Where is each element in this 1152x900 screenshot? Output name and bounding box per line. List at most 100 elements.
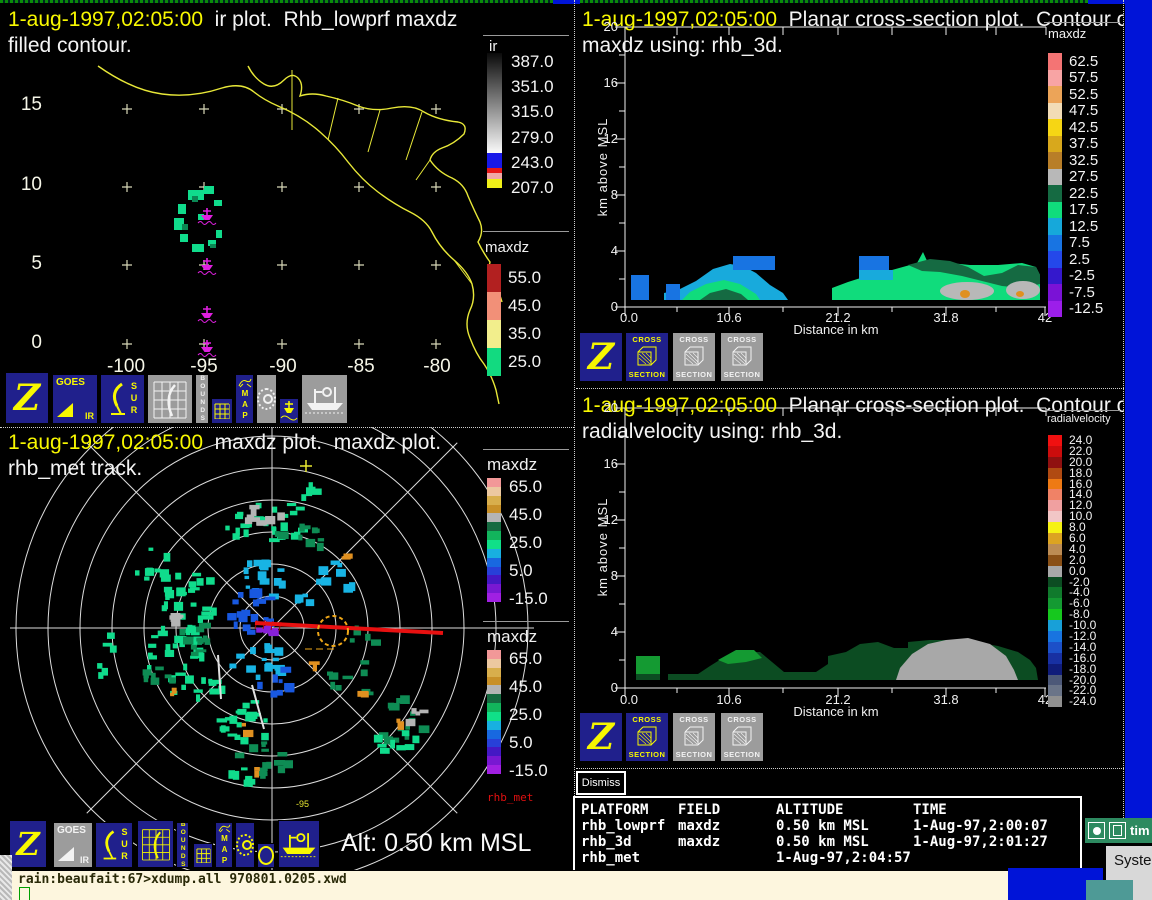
zebra-logo-button[interactable]: Z	[9, 820, 47, 868]
colorbar-segment	[487, 558, 501, 567]
grid-radar-icon	[140, 825, 172, 863]
cross-section-button[interactable]: CROSS SECTION	[672, 332, 716, 382]
colorbar-segment	[487, 549, 501, 558]
gear-icon	[257, 388, 276, 410]
colorbar-segment	[487, 721, 501, 730]
ship-icon	[303, 383, 347, 415]
panel-title: 1-aug-1997,02:05:00 ir plot. Rhb_lowprf …	[8, 8, 457, 32]
table-header-cell: PLATFORM	[581, 802, 678, 818]
colorbar-segment: 42.5	[1048, 119, 1103, 136]
azimuth-wheel-button[interactable]	[235, 822, 255, 868]
colorbar-segment: 37.5	[1048, 136, 1103, 153]
system-menu-label[interactable]: System	[1106, 846, 1152, 869]
colorbar-segment: 22.5	[1048, 185, 1103, 202]
widget-iconify-button[interactable]	[1109, 822, 1126, 839]
colorbar-segment	[487, 756, 501, 765]
radialvelocity-contours	[636, 638, 1038, 680]
timestamp: 1-aug-1997,02:05:00	[8, 431, 203, 454]
y-axis-label: km above MSL	[595, 467, 609, 627]
table-row: rhb_3dmaxdz0.50 km MSL1-Aug-97,2:01:27	[575, 834, 1080, 850]
colorbar-segment: 7.5	[1048, 235, 1103, 252]
terminal-window[interactable]: rain:beaufait:67>xdump.all 970801.0205.x…	[12, 870, 1008, 900]
x-axis-label: Distance in km	[736, 704, 936, 719]
widget-menu-button[interactable]	[1088, 822, 1105, 839]
platform-status-window: PLATFORMFIELDALTITUDETIME rhb_lowprfmaxd…	[573, 796, 1082, 875]
colorbar-segment: 32.5	[1048, 152, 1103, 169]
colorbar-segment	[487, 739, 501, 748]
grid-radar-button[interactable]	[147, 374, 193, 424]
small-grid-button[interactable]	[211, 398, 233, 424]
colorbar-segment	[487, 765, 501, 774]
colorbar-segment	[487, 659, 501, 668]
maxdz-colorbar: maxdz 55.0 45.0 35.0 25.0	[483, 231, 573, 391]
cube-icon	[634, 725, 660, 749]
panel-title-line2: radialvelocity using: rhb_3d.	[582, 420, 842, 444]
circle-button[interactable]	[257, 843, 275, 868]
maxdz-cross-section-panel: 1-aug-1997,02:05:00 Planar cross-section…	[578, 4, 1124, 388]
cross-section-button[interactable]: CROSS SECTION	[720, 712, 764, 762]
zebra-logo-button[interactable]: Z	[5, 372, 49, 424]
panel-title-line2: rhb_met track.	[8, 457, 142, 481]
sur-radar-button[interactable]: SUR	[95, 822, 133, 868]
cube-icon	[681, 345, 707, 369]
colorbar-segment	[487, 747, 501, 756]
colorbar-segment: 25.0	[487, 348, 541, 376]
colorbar-segment	[487, 531, 501, 540]
circle-icon	[258, 846, 274, 865]
map-button[interactable]: MAP	[235, 374, 254, 424]
grid-icon	[214, 403, 230, 419]
cross-section-button-active[interactable]: CROSS SECTION	[625, 332, 669, 382]
window-edge-right	[1123, 0, 1124, 878]
radialvelocity-cross-section-panel: 1-aug-1997,02:05:00 Planar cross-section…	[578, 390, 1124, 770]
grid-radar-button[interactable]	[137, 820, 174, 868]
panel-separator-vertical	[574, 0, 575, 878]
ir-map-panel: 1-aug-1997,02:05:00 ir plot. Rhb_lowprf …	[2, 4, 573, 427]
circle-icon	[1093, 827, 1101, 835]
cube-icon	[729, 725, 755, 749]
dismiss-button[interactable]: Dismiss	[576, 771, 626, 795]
cross-section-button[interactable]: CROSS SECTION	[672, 712, 716, 762]
colorbar-segment	[487, 650, 501, 659]
desktop-root-strip	[1125, 0, 1152, 900]
top-border-left	[0, 0, 553, 3]
panel-title-line2: filled contour.	[8, 34, 132, 58]
zebra-logo-button[interactable]: Z	[579, 332, 623, 382]
ship-button[interactable]	[278, 820, 320, 868]
zebra-logo-button[interactable]: Z	[579, 712, 623, 762]
goes-ir-button[interactable]: GOESIR	[53, 822, 93, 868]
small-grid-button[interactable]	[193, 843, 213, 868]
bounds-button[interactable]: BOUNDS	[195, 374, 209, 424]
radar-ppi-panel: 1-aug-1997,02:05:00 maxdz plot. maxdz pl…	[2, 427, 573, 878]
buoy-button[interactable]	[279, 398, 299, 424]
colorbar-segment: 57.5	[1048, 70, 1103, 87]
satellite-dish-icon	[58, 847, 74, 861]
panel-title: 1-aug-1997,02:05:00 Planar cross-section…	[582, 394, 1124, 418]
table-header-cell: TIME	[913, 802, 1080, 818]
azimuth-wheel-button[interactable]	[256, 374, 277, 424]
colorbar-segment	[487, 496, 501, 505]
cross-section-button-active[interactable]: CROSS SECTION	[625, 712, 669, 762]
radialvelocity-colorbar: radialvelocity 24.0 22.0 20.0 18.0 1	[1044, 410, 1124, 715]
colorbar-ticks: 65.045.025.05.0-15.0	[509, 473, 548, 613]
table-header-cell: FIELD	[678, 802, 776, 818]
colorbar-segment	[487, 703, 501, 712]
grid-radar-icon	[151, 379, 189, 419]
cross-section-button[interactable]: CROSS SECTION	[720, 332, 764, 382]
map-button[interactable]: MAP	[215, 822, 233, 868]
colorbar-segment	[487, 712, 501, 721]
sur-radar-button[interactable]: SUR	[100, 374, 145, 424]
colorbar-segment: 52.5	[1048, 86, 1103, 103]
top-border-right	[580, 0, 1088, 3]
buoy-icon	[280, 400, 298, 422]
colorbar-segment: 17.5	[1048, 202, 1103, 219]
table-header-cell: ALTITUDE	[776, 802, 913, 818]
table-body: rhb_lowprfmaxdz0.50 km MSL1-Aug-97,2:00:…	[575, 818, 1080, 866]
maxdz-contours	[631, 252, 1040, 300]
colorbar-segment: 55.0	[487, 264, 541, 292]
ship-button[interactable]	[301, 374, 348, 424]
goes-ir-button[interactable]: GOESIR	[52, 374, 98, 424]
bounds-button[interactable]: BOUNDS	[176, 822, 189, 868]
colorbar-segment	[487, 487, 501, 496]
colorbar-segment	[487, 593, 501, 602]
colorbar-segment: -24.0	[1048, 696, 1096, 707]
